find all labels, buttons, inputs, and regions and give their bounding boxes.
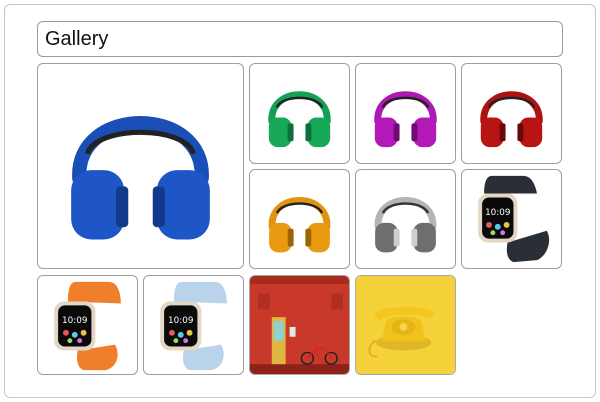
gallery-item-red-headphones[interactable] <box>461 63 562 164</box>
yellow-telephone-photo <box>356 276 455 374</box>
red-wall-bicycle-photo <box>250 276 349 374</box>
headphones-icon <box>268 91 331 148</box>
gallery-item-lightblue-watch[interactable]: 10:09 <box>143 275 244 375</box>
svg-text:10:09: 10:09 <box>485 208 510 218</box>
gallery-item-orange-headphones[interactable] <box>249 169 350 269</box>
gallery-item-yellow-phone-photo[interactable] <box>355 275 456 375</box>
headphones-icon <box>374 196 437 253</box>
headphones-icon <box>374 91 437 148</box>
gallery-item-red-wall-photo[interactable] <box>249 275 350 375</box>
headphones-icon <box>480 91 543 148</box>
smartwatch-icon: 10:09 <box>54 281 121 371</box>
gallery-item-magenta-headphones[interactable] <box>355 63 456 164</box>
gallery-item-green-headphones[interactable] <box>249 63 350 164</box>
smartwatch-icon: 10:09 <box>160 281 227 371</box>
svg-text:10:09: 10:09 <box>168 316 193 326</box>
headphones-icon <box>71 116 210 240</box>
smartwatch-icon: 10:09 <box>478 175 550 263</box>
gallery-title-field[interactable]: Gallery <box>37 21 563 57</box>
gallery-item-black-watch[interactable]: 10:09 <box>461 169 562 269</box>
gallery-item-blue-headphones[interactable] <box>37 63 244 269</box>
gallery-item-silver-headphones[interactable] <box>355 169 456 269</box>
gallery-item-orange-watch[interactable]: 10:09 <box>37 275 138 375</box>
gallery-title: Gallery <box>45 27 109 50</box>
svg-text:10:09: 10:09 <box>62 316 87 326</box>
headphones-icon <box>268 196 331 253</box>
